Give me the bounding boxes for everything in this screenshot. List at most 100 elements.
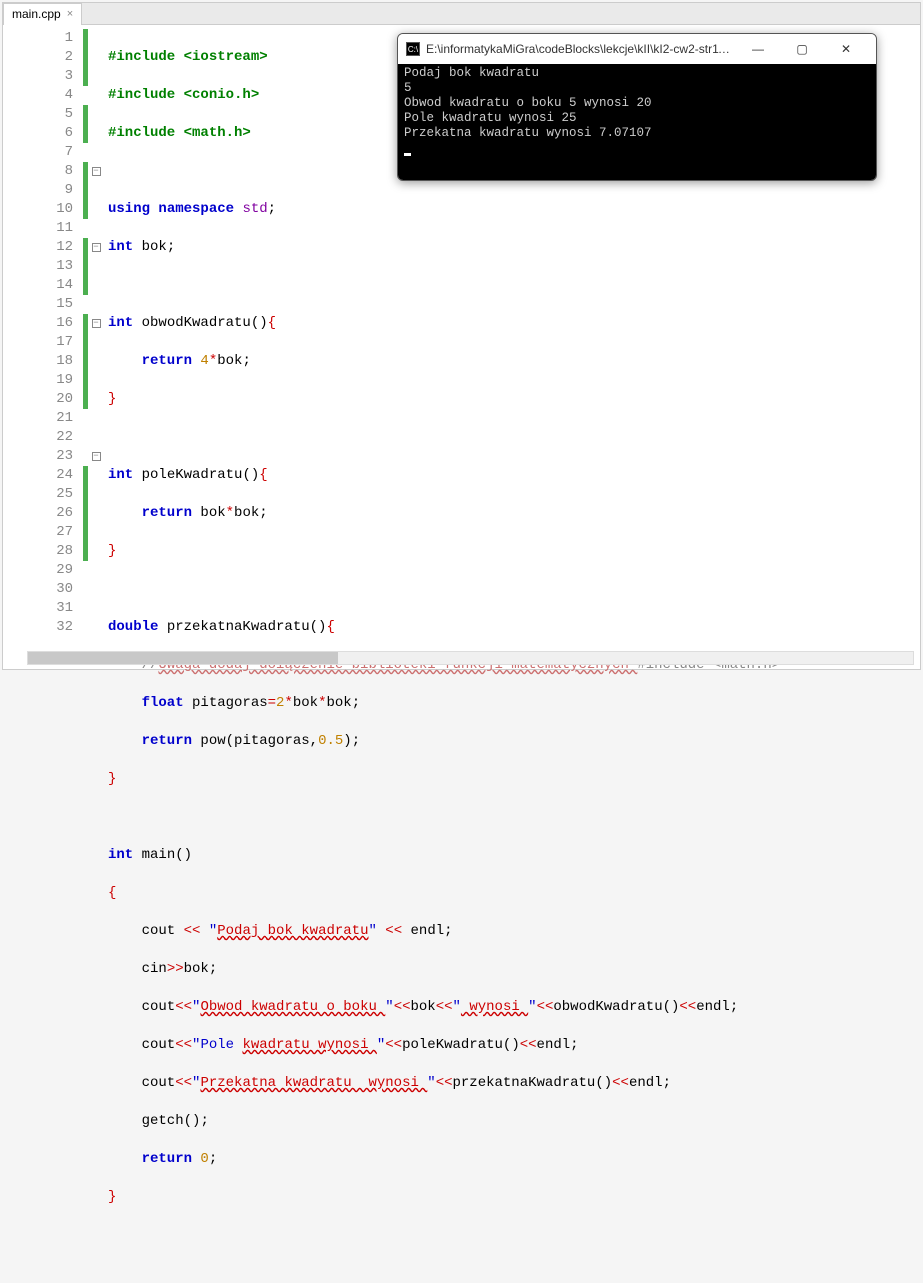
- kw: int: [108, 315, 142, 331]
- line-number: 32: [3, 618, 73, 637]
- str: Podaj bok kwadratu: [217, 923, 368, 939]
- brace: }: [108, 1189, 116, 1205]
- preproc: #include: [108, 49, 184, 65]
- op: <<: [436, 1075, 453, 1091]
- op: <<: [175, 1037, 192, 1053]
- preproc: #include: [108, 125, 184, 141]
- line-number: 1: [3, 29, 73, 48]
- line-number: 7: [3, 143, 73, 162]
- ident: cout: [108, 1037, 175, 1053]
- tab-bar: main.cpp ×: [3, 3, 920, 25]
- line-number: 11: [3, 219, 73, 238]
- minimize-button[interactable]: —: [736, 34, 780, 64]
- line-number: 18: [3, 352, 73, 371]
- str: Obwod kwadratu o boku: [200, 999, 385, 1015]
- maximize-button[interactable]: ▢: [780, 34, 824, 64]
- str: ": [385, 999, 393, 1015]
- kw: double: [108, 619, 167, 635]
- line-number: 15: [3, 295, 73, 314]
- header: <iostream>: [184, 49, 268, 65]
- line-number: 16: [3, 314, 73, 333]
- ident: bok: [234, 505, 259, 521]
- line-number-gutter: 1 2 3 4 5 6 7 8 9 10 11 12 13 14 15 16 1…: [3, 29, 83, 645]
- line-number: 17: [3, 333, 73, 352]
- line-number: 3: [3, 67, 73, 86]
- brace: {: [268, 315, 276, 331]
- tab-label: main.cpp: [12, 7, 61, 21]
- str: Przekatna kwadratu wynosi: [200, 1075, 427, 1091]
- file-tab[interactable]: main.cpp ×: [3, 3, 82, 25]
- brace: {: [108, 885, 116, 901]
- punct: ;: [167, 239, 175, 255]
- line-number: 23: [3, 447, 73, 466]
- brace: }: [108, 543, 116, 559]
- op: *: [226, 505, 234, 521]
- op: <<: [394, 999, 411, 1015]
- func: przekatnaKwadratu: [167, 619, 310, 635]
- kw: int: [108, 239, 142, 255]
- line-number: 13: [3, 257, 73, 276]
- ident: bok: [217, 353, 242, 369]
- func: main: [142, 847, 176, 863]
- func: obwodKwadratu: [553, 999, 662, 1015]
- fold-toggle-icon[interactable]: −: [92, 452, 101, 461]
- ident: bok: [184, 961, 209, 977]
- punct: ;: [570, 1037, 578, 1053]
- str: ": [192, 1075, 200, 1091]
- func: przekatnaKwadratu: [453, 1075, 596, 1091]
- brace: {: [259, 467, 267, 483]
- op: =: [268, 695, 276, 711]
- ident: bok: [411, 999, 436, 1015]
- console-titlebar[interactable]: C:\ E:\informatykaMiGra\codeBlocks\lekcj…: [398, 34, 876, 64]
- scrollbar-thumb[interactable]: [28, 652, 338, 664]
- func: poleKwadratu: [142, 467, 243, 483]
- close-button[interactable]: ✕: [824, 34, 868, 64]
- ident: endl: [411, 923, 445, 939]
- ident: std: [242, 201, 267, 217]
- paren: (): [595, 1075, 612, 1091]
- op: *: [318, 695, 326, 711]
- line-number: 29: [3, 561, 73, 580]
- console-line: Obwod kwadratu o boku 5 wynosi 20: [404, 96, 870, 111]
- console-line: Pole kwadratu wynosi 25: [404, 111, 870, 126]
- punct: ;: [352, 695, 360, 711]
- line-number: 12: [3, 238, 73, 257]
- fold-column: − − − −: [88, 29, 104, 645]
- fold-toggle-icon[interactable]: −: [92, 243, 101, 252]
- str: kwadratu wynosi: [242, 1037, 376, 1053]
- op: <<: [679, 999, 696, 1015]
- str: Pole: [200, 1037, 242, 1053]
- punct: ,: [310, 733, 318, 749]
- line-number: 28: [3, 542, 73, 561]
- console-icon: C:\: [406, 42, 420, 56]
- horizontal-scrollbar[interactable]: [27, 651, 914, 665]
- str: ": [528, 999, 536, 1015]
- fold-toggle-icon[interactable]: −: [92, 167, 101, 176]
- paren: (): [184, 1113, 201, 1129]
- console-output[interactable]: Podaj bok kwadratu 5 Obwod kwadratu o bo…: [398, 64, 876, 180]
- punct: ;: [209, 961, 217, 977]
- tab-close-icon[interactable]: ×: [67, 8, 73, 20]
- line-number: 27: [3, 523, 73, 542]
- ident: pitagoras: [234, 733, 310, 749]
- op: <<: [436, 999, 453, 1015]
- ident: pitagoras: [192, 695, 268, 711]
- console-title: E:\informatykaMiGra\codeBlocks\lekcje\kI…: [426, 42, 736, 56]
- line-number: 26: [3, 504, 73, 523]
- line-number: 2: [3, 48, 73, 67]
- op: <<: [175, 1075, 192, 1091]
- line-number: 14: [3, 276, 73, 295]
- str: ": [368, 923, 385, 939]
- num: 4: [200, 353, 208, 369]
- line-number: 31: [3, 599, 73, 618]
- ident: endl: [629, 1075, 663, 1091]
- punct: ;: [259, 505, 267, 521]
- fold-toggle-icon[interactable]: −: [92, 319, 101, 328]
- kw: return: [108, 733, 200, 749]
- op: <<: [612, 1075, 629, 1091]
- punct: ;: [352, 733, 360, 749]
- kw: using: [108, 201, 158, 217]
- num: 0: [200, 1151, 208, 1167]
- str: ": [192, 999, 200, 1015]
- line-number: 21: [3, 409, 73, 428]
